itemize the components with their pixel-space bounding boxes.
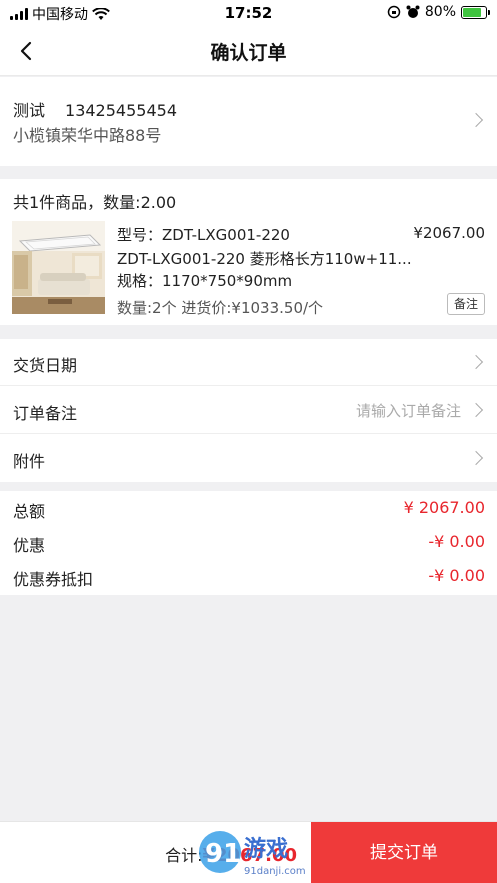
discount-row: 优惠 -¥ 0.00 bbox=[0, 525, 497, 559]
chevron-right-icon bbox=[468, 402, 484, 418]
alarm-icon bbox=[406, 5, 420, 18]
checkout-bar: 合计:¥2067.00 91 游戏 91danji.com 提交订单 bbox=[0, 821, 497, 883]
sum-label: 合计: bbox=[165, 846, 203, 865]
goods-card: 共1件商品，数量:2.00 型号：ZDT-LXG001-220 ¥2067.00… bbox=[0, 179, 497, 325]
delivery-date-row[interactable]: 交货日期 bbox=[0, 339, 497, 386]
address-contact: 测试 13425455454 bbox=[13, 97, 177, 121]
chevron-right-icon bbox=[468, 112, 484, 128]
total-row: 总额 ¥ 2067.00 bbox=[0, 491, 497, 525]
product-spec: 规格：1170*750*90mm bbox=[117, 272, 293, 290]
chevron-right-icon bbox=[468, 354, 484, 370]
address-card[interactable]: 测试 13425455454 小榄镇荣华中路88号 bbox=[0, 77, 497, 166]
product-name: ZDT-LXG001-220 菱形格长方110w+11... bbox=[117, 250, 412, 268]
order-remark-input[interactable]: 请输入订单备注 bbox=[356, 400, 461, 421]
total-value: ¥ 2067.00 bbox=[403, 498, 485, 517]
product-photo bbox=[12, 221, 105, 314]
nav-bar: 确认订单 bbox=[0, 26, 497, 76]
submit-order-button[interactable]: 提交订单 bbox=[311, 822, 497, 883]
item-remark-button[interactable]: 备注 bbox=[446, 293, 485, 315]
sum-total: 合计:¥2067.00 bbox=[165, 842, 297, 866]
battery-percent: 80% bbox=[424, 4, 456, 20]
attachment-row[interactable]: 附件 bbox=[0, 435, 497, 482]
coupon-value: -¥ 0.00 bbox=[428, 566, 485, 585]
page-title: 确认订单 bbox=[210, 42, 287, 64]
order-remark-row[interactable]: 订单备注 请输入订单备注 bbox=[0, 387, 497, 434]
recipient-name: 测试 bbox=[13, 101, 46, 120]
discount-label: 优惠 bbox=[13, 536, 46, 555]
status-right: 80% bbox=[387, 4, 490, 20]
discount-value: -¥ 0.00 bbox=[428, 532, 485, 551]
product-price: ¥2067.00 bbox=[413, 224, 485, 242]
delivery-date-label: 交货日期 bbox=[13, 356, 78, 375]
sum-value: ¥2067.00 bbox=[202, 845, 297, 866]
total-label: 总额 bbox=[13, 502, 46, 521]
status-bar: 中国移动 17:52 80% bbox=[0, 0, 497, 26]
goods-summary: 共1件商品，数量:2.00 bbox=[13, 193, 177, 212]
recipient-phone: 13425455454 bbox=[65, 101, 177, 120]
coupon-row: 优惠券抵扣 -¥ 0.00 bbox=[0, 559, 497, 593]
battery-icon bbox=[461, 5, 490, 19]
attachment-label: 附件 bbox=[13, 452, 46, 471]
order-totals: 总额 ¥ 2067.00 优惠 -¥ 0.00 优惠券抵扣 -¥ 0.00 bbox=[0, 491, 497, 595]
address-detail: 小榄镇荣华中路88号 bbox=[13, 126, 162, 145]
coupon-label: 优惠券抵扣 bbox=[13, 570, 94, 589]
product-model: 型号：ZDT-LXG001-220 bbox=[117, 226, 290, 244]
rotation-lock-icon bbox=[387, 5, 401, 19]
product-qty-price: 数量:2个 进货价:¥1033.50/个 bbox=[117, 299, 324, 317]
order-remark-label: 订单备注 bbox=[13, 404, 78, 423]
order-options: 交货日期 订单备注 请输入订单备注 附件 bbox=[0, 339, 497, 482]
battery-level bbox=[463, 7, 481, 17]
chevron-right-icon bbox=[468, 450, 484, 466]
watermark-site: 91danji.com bbox=[244, 866, 306, 877]
product-image[interactable] bbox=[12, 221, 105, 314]
back-icon[interactable] bbox=[12, 36, 42, 66]
